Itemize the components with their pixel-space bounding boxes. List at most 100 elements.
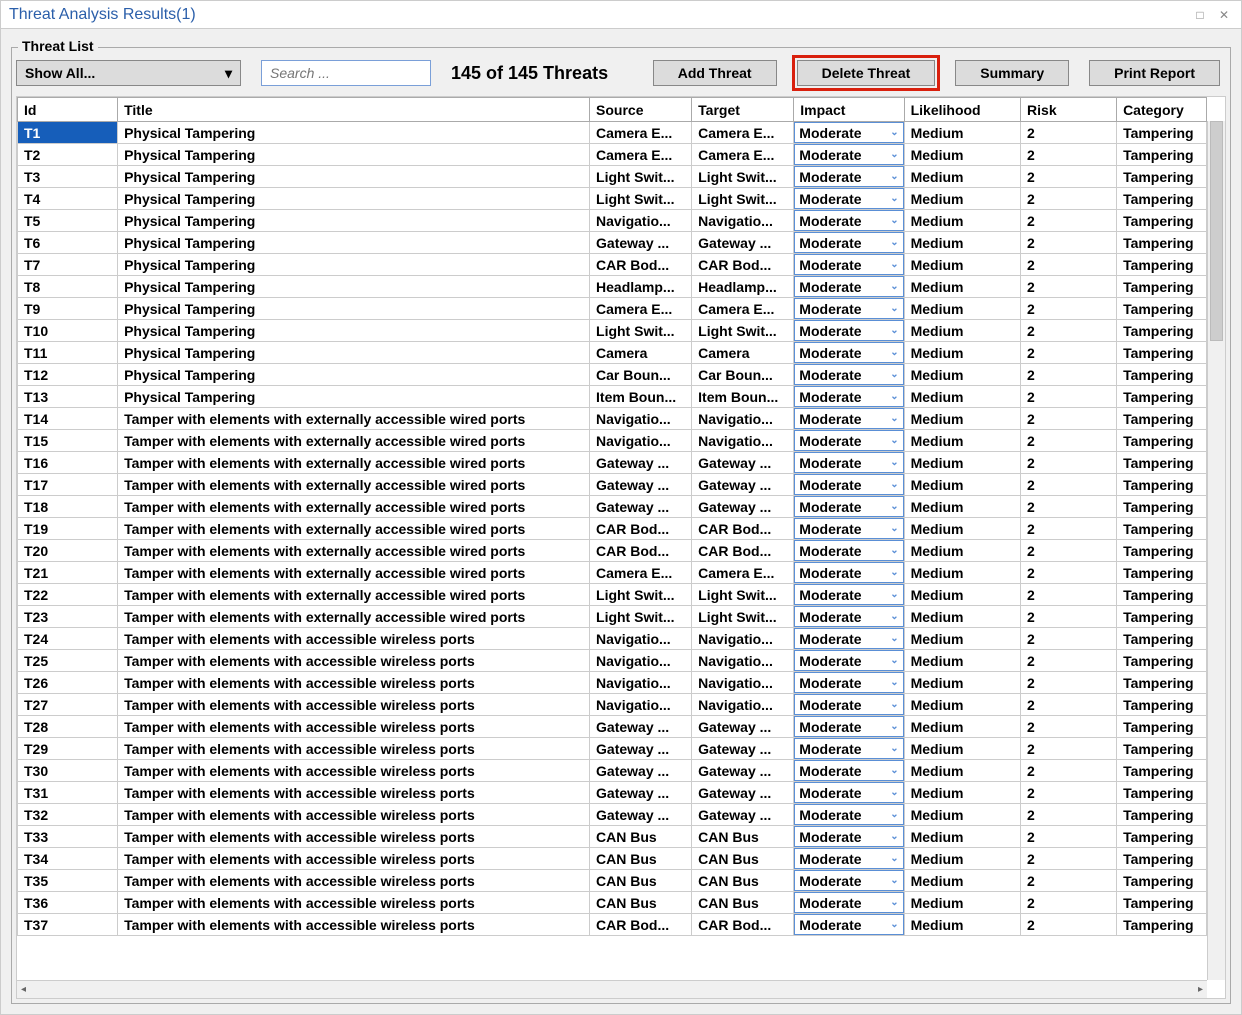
impact-dropdown[interactable]: Moderate⌄ bbox=[794, 386, 903, 407]
table-row[interactable]: T6Physical TamperingGateway ...Gateway .… bbox=[18, 232, 1207, 254]
impact-dropdown[interactable]: Moderate⌄ bbox=[794, 694, 903, 715]
search-input[interactable] bbox=[261, 60, 431, 86]
table-row[interactable]: T3Physical TamperingLight Swit...Light S… bbox=[18, 166, 1207, 188]
table-row[interactable]: T14Tamper with elements with externally … bbox=[18, 408, 1207, 430]
delete-threat-button[interactable]: Delete Threat bbox=[797, 60, 936, 86]
table-row[interactable]: T34Tamper with elements with accessible … bbox=[18, 848, 1207, 870]
impact-dropdown[interactable]: Moderate⌄ bbox=[794, 188, 903, 209]
impact-dropdown[interactable]: Moderate⌄ bbox=[794, 804, 903, 825]
table-row[interactable]: T37Tamper with elements with accessible … bbox=[18, 914, 1207, 936]
table-row[interactable]: T5Physical TamperingNavigatio...Navigati… bbox=[18, 210, 1207, 232]
table-row[interactable]: T31Tamper with elements with accessible … bbox=[18, 782, 1207, 804]
table-row[interactable]: T24Tamper with elements with accessible … bbox=[18, 628, 1207, 650]
col-header-impact[interactable]: Impact bbox=[794, 98, 904, 122]
close-icon[interactable]: ✕ bbox=[1215, 6, 1233, 24]
impact-dropdown[interactable]: Moderate⌄ bbox=[794, 210, 903, 231]
table-row[interactable]: T9Physical TamperingCamera E...Camera E.… bbox=[18, 298, 1207, 320]
table-row[interactable]: T33Tamper with elements with accessible … bbox=[18, 826, 1207, 848]
table-row[interactable]: T8Physical TamperingHeadlamp...Headlamp.… bbox=[18, 276, 1207, 298]
impact-dropdown[interactable]: Moderate⌄ bbox=[794, 716, 903, 737]
filter-dropdown[interactable]: Show All... ▾ bbox=[16, 60, 241, 86]
table-row[interactable]: T21Tamper with elements with externally … bbox=[18, 562, 1207, 584]
impact-dropdown[interactable]: Moderate⌄ bbox=[794, 782, 903, 803]
cell-target: Camera E... bbox=[692, 122, 794, 144]
table-row[interactable]: T15Tamper with elements with externally … bbox=[18, 430, 1207, 452]
table-row[interactable]: T20Tamper with elements with externally … bbox=[18, 540, 1207, 562]
table-row[interactable]: T28Tamper with elements with accessible … bbox=[18, 716, 1207, 738]
summary-button[interactable]: Summary bbox=[955, 60, 1069, 86]
table-row[interactable]: T35Tamper with elements with accessible … bbox=[18, 870, 1207, 892]
vertical-scrollbar[interactable] bbox=[1207, 121, 1225, 980]
add-threat-button[interactable]: Add Threat bbox=[653, 60, 777, 86]
impact-dropdown[interactable]: Moderate⌄ bbox=[794, 474, 903, 495]
cell-id: T9 bbox=[18, 298, 118, 320]
table-row[interactable]: T16Tamper with elements with externally … bbox=[18, 452, 1207, 474]
horizontal-scrollbar[interactable]: ◂ ▸ bbox=[17, 980, 1207, 998]
table-row[interactable]: T19Tamper with elements with externally … bbox=[18, 518, 1207, 540]
table-row[interactable]: T22Tamper with elements with externally … bbox=[18, 584, 1207, 606]
table-row[interactable]: T2Physical TamperingCamera E...Camera E.… bbox=[18, 144, 1207, 166]
table-row[interactable]: T12Physical TamperingCar Boun...Car Boun… bbox=[18, 364, 1207, 386]
impact-dropdown[interactable]: Moderate⌄ bbox=[794, 496, 903, 517]
impact-dropdown[interactable]: Moderate⌄ bbox=[794, 628, 903, 649]
table-row[interactable]: T25Tamper with elements with accessible … bbox=[18, 650, 1207, 672]
col-header-id[interactable]: Id bbox=[18, 98, 118, 122]
impact-dropdown[interactable]: Moderate⌄ bbox=[794, 562, 903, 583]
table-row[interactable]: T26Tamper with elements with accessible … bbox=[18, 672, 1207, 694]
table-row[interactable]: T27Tamper with elements with accessible … bbox=[18, 694, 1207, 716]
col-header-risk[interactable]: Risk bbox=[1021, 98, 1117, 122]
table-row[interactable]: T32Tamper with elements with accessible … bbox=[18, 804, 1207, 826]
impact-dropdown[interactable]: Moderate⌄ bbox=[794, 452, 903, 473]
impact-dropdown[interactable]: Moderate⌄ bbox=[794, 166, 903, 187]
impact-dropdown[interactable]: Moderate⌄ bbox=[794, 408, 903, 429]
cell-id: T10 bbox=[18, 320, 118, 342]
impact-dropdown[interactable]: Moderate⌄ bbox=[794, 122, 903, 143]
impact-dropdown[interactable]: Moderate⌄ bbox=[794, 320, 903, 341]
impact-dropdown[interactable]: Moderate⌄ bbox=[794, 540, 903, 561]
table-row[interactable]: T11Physical TamperingCameraCameraModerat… bbox=[18, 342, 1207, 364]
impact-dropdown[interactable]: Moderate⌄ bbox=[794, 672, 903, 693]
table-row[interactable]: T17Tamper with elements with externally … bbox=[18, 474, 1207, 496]
table-row[interactable]: T1Physical TamperingCamera E...Camera E.… bbox=[18, 122, 1207, 144]
maximize-icon[interactable]: □ bbox=[1191, 6, 1209, 24]
impact-dropdown[interactable]: Moderate⌄ bbox=[794, 650, 903, 671]
impact-dropdown[interactable]: Moderate⌄ bbox=[794, 254, 903, 275]
impact-dropdown[interactable]: Moderate⌄ bbox=[794, 760, 903, 781]
impact-dropdown[interactable]: Moderate⌄ bbox=[794, 826, 903, 847]
print-report-button[interactable]: Print Report bbox=[1089, 60, 1220, 86]
impact-dropdown[interactable]: Moderate⌄ bbox=[794, 914, 903, 935]
col-header-category[interactable]: Category bbox=[1117, 98, 1207, 122]
table-row[interactable]: T23Tamper with elements with externally … bbox=[18, 606, 1207, 628]
col-header-target[interactable]: Target bbox=[692, 98, 794, 122]
cell-category: Tampering bbox=[1117, 650, 1207, 672]
impact-dropdown[interactable]: Moderate⌄ bbox=[794, 276, 903, 297]
table-row[interactable]: T4Physical TamperingLight Swit...Light S… bbox=[18, 188, 1207, 210]
cell-target: CAR Bod... bbox=[692, 254, 794, 276]
table-row[interactable]: T13Physical TamperingItem Boun...Item Bo… bbox=[18, 386, 1207, 408]
impact-dropdown[interactable]: Moderate⌄ bbox=[794, 342, 903, 363]
vertical-scrollbar-thumb[interactable] bbox=[1210, 121, 1223, 341]
impact-dropdown[interactable]: Moderate⌄ bbox=[794, 430, 903, 451]
impact-dropdown[interactable]: Moderate⌄ bbox=[794, 606, 903, 627]
impact-dropdown[interactable]: Moderate⌄ bbox=[794, 584, 903, 605]
scroll-left-icon[interactable]: ◂ bbox=[21, 984, 26, 995]
impact-dropdown[interactable]: Moderate⌄ bbox=[794, 518, 903, 539]
table-row[interactable]: T36Tamper with elements with accessible … bbox=[18, 892, 1207, 914]
impact-dropdown[interactable]: Moderate⌄ bbox=[794, 870, 903, 891]
impact-dropdown[interactable]: Moderate⌄ bbox=[794, 298, 903, 319]
col-header-title[interactable]: Title bbox=[118, 98, 590, 122]
table-row[interactable]: T10Physical TamperingLight Swit...Light … bbox=[18, 320, 1207, 342]
table-row[interactable]: T7Physical TamperingCAR Bod...CAR Bod...… bbox=[18, 254, 1207, 276]
scroll-right-icon[interactable]: ▸ bbox=[1198, 984, 1203, 995]
impact-dropdown[interactable]: Moderate⌄ bbox=[794, 848, 903, 869]
impact-dropdown[interactable]: Moderate⌄ bbox=[794, 144, 903, 165]
impact-dropdown[interactable]: Moderate⌄ bbox=[794, 232, 903, 253]
table-row[interactable]: T29Tamper with elements with accessible … bbox=[18, 738, 1207, 760]
table-row[interactable]: T18Tamper with elements with externally … bbox=[18, 496, 1207, 518]
impact-dropdown[interactable]: Moderate⌄ bbox=[794, 892, 903, 913]
table-row[interactable]: T30Tamper with elements with accessible … bbox=[18, 760, 1207, 782]
col-header-source[interactable]: Source bbox=[590, 98, 692, 122]
impact-dropdown[interactable]: Moderate⌄ bbox=[794, 738, 903, 759]
col-header-likelihood[interactable]: Likelihood bbox=[904, 98, 1020, 122]
impact-dropdown[interactable]: Moderate⌄ bbox=[794, 364, 903, 385]
